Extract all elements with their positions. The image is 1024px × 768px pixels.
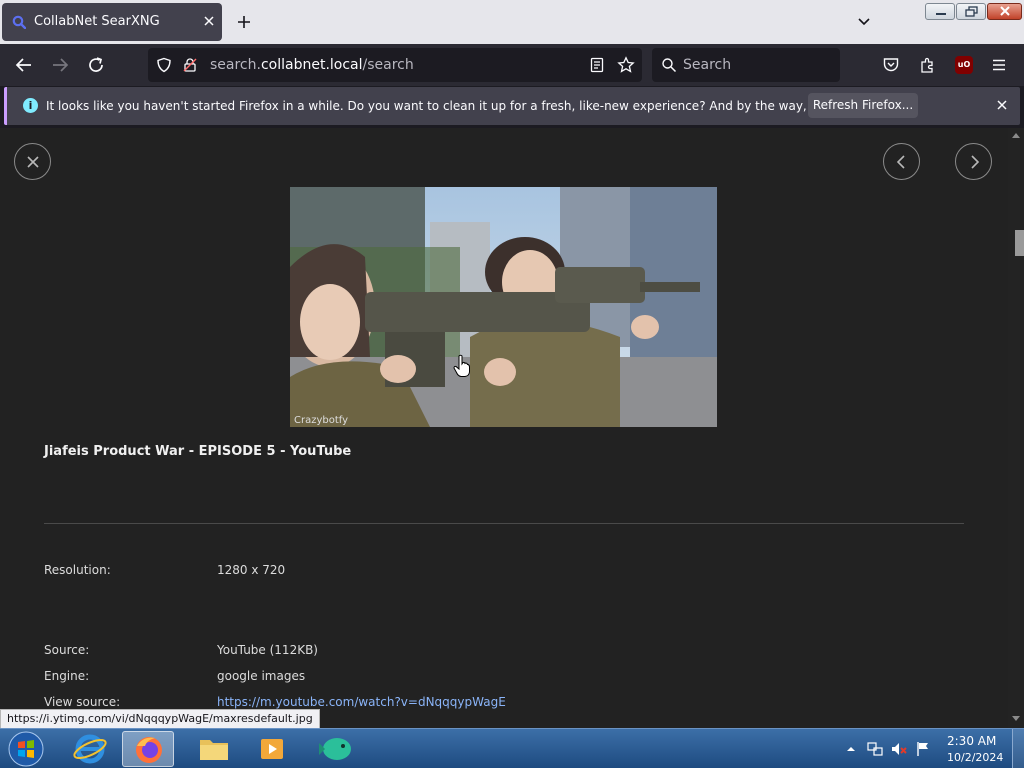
shield-icon[interactable] [156, 57, 172, 73]
chevron-down-icon[interactable] [852, 12, 876, 32]
show-hidden-icons-arrow-icon[interactable] [846, 744, 856, 754]
close-icon [27, 156, 39, 168]
search-input[interactable]: Search [683, 57, 731, 73]
show-desktop-button[interactable] [1012, 729, 1024, 768]
engine-label: Engine: [44, 669, 90, 683]
resolution-label: Resolution: [44, 563, 111, 577]
notification-bar: i It looks like you haven't started Fire… [4, 87, 1020, 125]
search-icon [662, 58, 677, 73]
tab-searxng[interactable]: CollabNet SearXNG [2, 3, 222, 41]
chevron-right-icon [971, 155, 980, 169]
image-watermark: Crazybotfy [294, 415, 348, 426]
hamburger-menu-icon[interactable] [990, 56, 1008, 74]
info-icon: i [23, 98, 38, 113]
fish-app-icon [319, 738, 351, 760]
insecure-lock-icon[interactable] [182, 57, 198, 73]
view-source-label: View source: [44, 695, 121, 709]
refresh-firefox-button[interactable]: Refresh Firefox... [808, 93, 918, 118]
source-value: YouTube (112KB) [217, 643, 318, 657]
divider [44, 523, 964, 524]
network-icon[interactable] [866, 740, 884, 758]
navigation-toolbar: search.collabnet.local/search Search uO [0, 44, 1024, 86]
new-tab-plus-icon[interactable] [232, 10, 256, 34]
minimize-icon [936, 13, 946, 15]
taskbar-file-explorer[interactable] [188, 731, 240, 767]
restore-icon [965, 6, 978, 17]
scroll-down-arrow-icon[interactable] [1012, 716, 1020, 722]
tab-strip: CollabNet SearXNG [0, 0, 1024, 44]
url-host: collabnet.local [260, 57, 363, 73]
bookmark-star-icon[interactable] [617, 56, 635, 74]
pocket-icon[interactable] [882, 56, 900, 74]
tab-title: CollabNet SearXNG [34, 14, 160, 29]
close-tab-icon[interactable] [199, 11, 219, 31]
hand-cursor-icon [453, 354, 470, 377]
previous-image-button[interactable] [883, 143, 920, 180]
media-player-icon [261, 739, 283, 759]
image-title[interactable]: Jiafeis Product War - EPISODE 5 - YouTub… [44, 444, 351, 459]
reader-view-icon[interactable] [589, 57, 605, 73]
scroll-thumb[interactable] [1015, 230, 1024, 256]
url-prefix: search. [210, 57, 261, 73]
chevron-left-icon [896, 155, 905, 169]
back-arrow-icon[interactable] [12, 53, 36, 77]
close-icon [1000, 6, 1010, 16]
engine-value: google images [217, 669, 306, 683]
source-label: Source: [44, 643, 90, 657]
internet-explorer-icon [73, 734, 107, 764]
close-icon[interactable] [994, 97, 1010, 113]
system-tray: 2:30 AM 10/2/2024 [840, 729, 1024, 768]
taskbar-firefox[interactable] [122, 731, 174, 767]
url-path: /search [362, 57, 414, 73]
image-preview[interactable]: Crazybotfy [290, 187, 717, 427]
notification-message: It looks like you haven't started Firefo… [46, 99, 902, 113]
clock-time[interactable]: 2:30 AM [947, 734, 996, 748]
image-preview-picture: Crazybotfy [290, 187, 717, 427]
action-center-flag-icon[interactable] [914, 740, 932, 758]
view-source-link[interactable]: https://m.youtube.com/watch?v=dNqqqypWag… [217, 695, 506, 709]
image-detail-panel: Crazybotfy Jiafeis Product War - EPISODE… [0, 128, 1008, 728]
url-bar[interactable]: search.collabnet.local/search [148, 48, 642, 82]
url-text[interactable]: search.collabnet.local/search [210, 57, 414, 73]
search-bar[interactable]: Search [652, 48, 840, 82]
page-scrollbar[interactable] [1008, 128, 1024, 728]
close-detail-button[interactable] [14, 143, 51, 180]
windows-taskbar: 2:30 AM 10/2/2024 [0, 728, 1024, 768]
reload-icon[interactable] [84, 53, 108, 77]
taskbar-internet-explorer[interactable] [64, 731, 116, 767]
forward-arrow-icon[interactable] [48, 53, 72, 77]
taskbar-media-player[interactable] [246, 731, 298, 767]
resolution-value: 1280 x 720 [217, 563, 286, 577]
ublock-origin-icon[interactable]: uO [955, 56, 973, 74]
next-image-button[interactable] [955, 143, 992, 180]
scroll-up-arrow-icon[interactable] [1012, 132, 1020, 138]
firefox-icon [136, 737, 162, 763]
status-url-tooltip: https://i.ytimg.com/vi/dNqqqypWagE/maxre… [0, 709, 320, 729]
volume-muted-icon[interactable] [890, 740, 908, 758]
clock-date[interactable]: 10/2/2024 [947, 751, 1003, 764]
window-restore-button[interactable] [956, 3, 986, 20]
extensions-puzzle-icon[interactable] [919, 56, 937, 74]
searxng-favicon-icon [12, 15, 26, 29]
folder-icon [200, 740, 228, 760]
window-close-button[interactable] [987, 3, 1022, 20]
windows-start-icon[interactable] [8, 731, 44, 767]
window-minimize-button[interactable] [925, 3, 955, 20]
taskbar-app[interactable] [310, 731, 362, 767]
